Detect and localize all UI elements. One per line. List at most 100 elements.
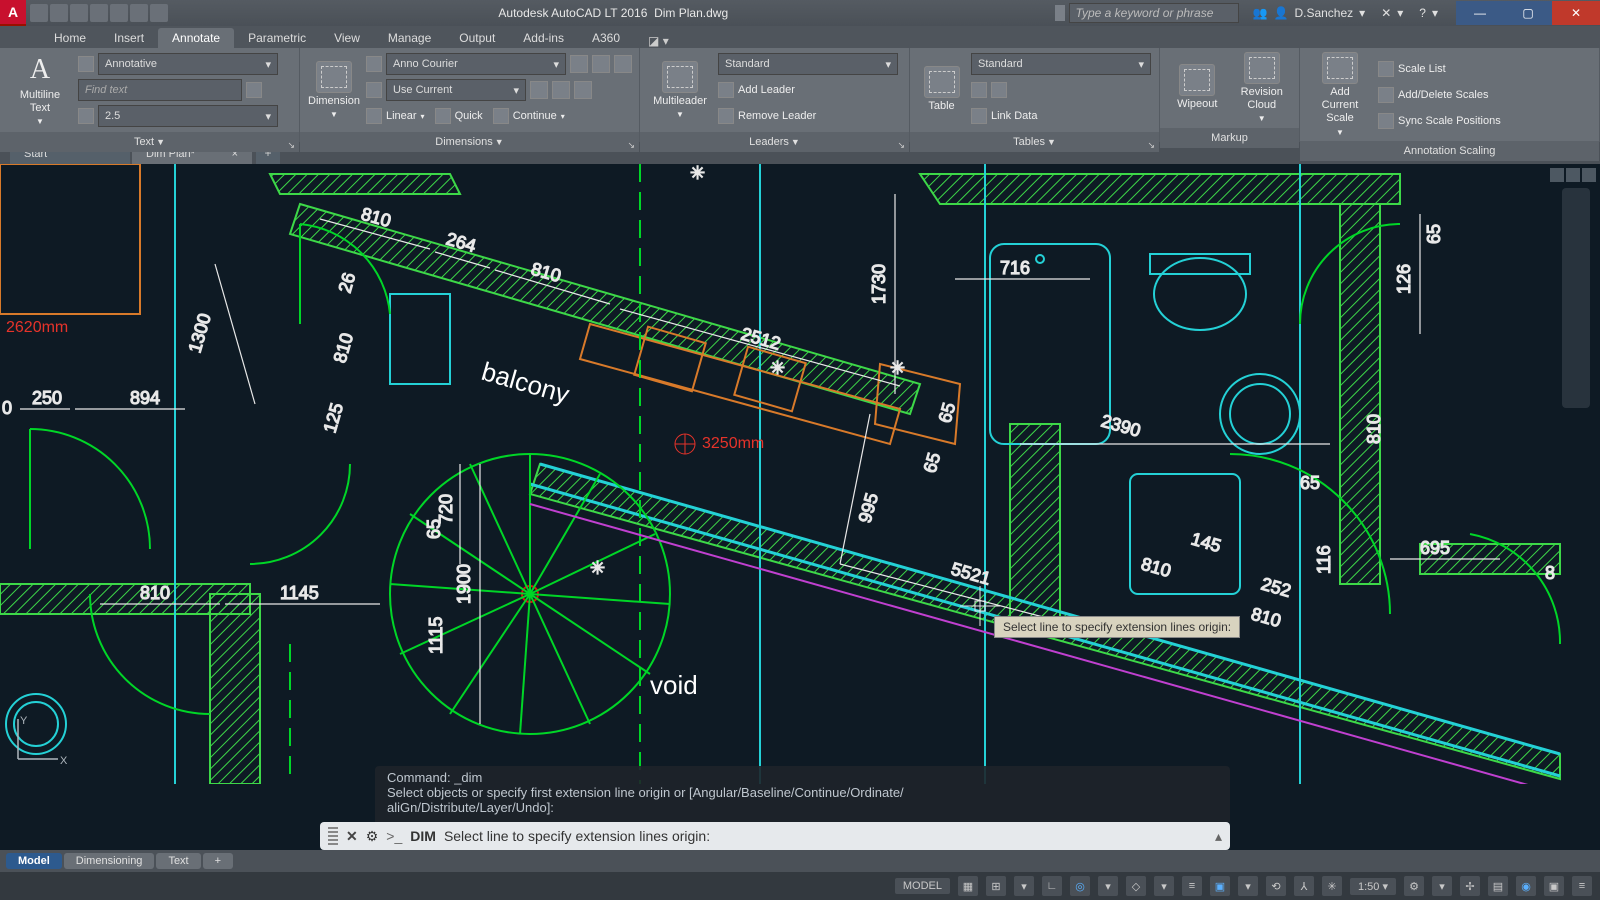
sync-scale-button[interactable]: Sync Scale Positions <box>1398 115 1501 127</box>
quick-button[interactable]: Quick <box>455 110 483 122</box>
qat-saveas-icon[interactable] <box>90 4 108 22</box>
search-icon[interactable] <box>246 82 262 98</box>
multiline-text-button[interactable]: A Multiline Text ▼ <box>8 53 72 127</box>
drawing-canvas[interactable]: 810 264 810 2512 716 1730 65 126 250 894… <box>0 164 1600 850</box>
svg-text:✳: ✳ <box>690 164 705 183</box>
grid-icon[interactable]: ▦ <box>958 876 978 896</box>
qat-open-icon[interactable] <box>50 4 68 22</box>
polar-icon[interactable]: ◎ <box>1070 876 1090 896</box>
customization-icon[interactable]: ≡ <box>1572 876 1592 896</box>
remove-leader-button[interactable]: Remove Leader <box>738 110 816 122</box>
tab-a360[interactable]: A360 <box>578 28 634 48</box>
close-icon[interactable]: ✕ <box>346 828 358 845</box>
linear-button[interactable]: Linear <box>386 110 417 122</box>
search-input[interactable]: Type a keyword or phrase <box>1069 3 1239 23</box>
dim-break-button[interactable] <box>530 81 548 99</box>
table-style-dropdown[interactable]: Standard▾ <box>971 53 1151 75</box>
tab-output[interactable]: Output <box>445 28 509 48</box>
dim-space-button[interactable] <box>552 81 570 99</box>
link-data-button[interactable]: Link Data <box>991 110 1037 122</box>
tab-manage[interactable]: Manage <box>374 28 445 48</box>
chevron-down-icon[interactable]: ▾ <box>1238 876 1258 896</box>
cycling-icon[interactable]: ⟲ <box>1266 876 1286 896</box>
dimstyle-icon <box>366 56 382 72</box>
annotation-scale-dropdown[interactable]: 1:50 ▾ <box>1350 878 1396 895</box>
leader-style-dropdown[interactable]: Standard▾ <box>718 53 898 75</box>
svg-text:695: 695 <box>1420 538 1450 558</box>
drag-handle-icon[interactable] <box>328 827 338 845</box>
anno-scale-icon[interactable]: ⅄ <box>1294 876 1314 896</box>
tab-parametric[interactable]: Parametric <box>234 28 320 48</box>
revision-cloud-button[interactable]: Revision Cloud▼ <box>1233 52 1292 124</box>
revcloud-icon <box>1244 52 1280 84</box>
dim-jog-button[interactable] <box>574 81 592 99</box>
scale-list-button[interactable]: Scale List <box>1398 63 1446 75</box>
panel-title-leaders[interactable]: Leaders▼↘ <box>640 132 909 152</box>
chevron-up-icon[interactable]: ▴ <box>1215 828 1222 845</box>
add-scale-icon <box>1322 52 1358 84</box>
lineweight-icon[interactable]: ≡ <box>1182 876 1202 896</box>
extract-data-button[interactable] <box>971 82 987 98</box>
dimension-button[interactable]: Dimension ▼ <box>308 61 360 120</box>
qat-print-icon[interactable] <box>110 4 128 22</box>
anno-visibility-icon[interactable]: ✳ <box>1322 876 1342 896</box>
minimize-button[interactable]: — <box>1456 1 1504 25</box>
account-menu[interactable]: 👥 👤 D.Sanchez ▾ <box>1245 6 1374 20</box>
layout-tab-dimensioning[interactable]: Dimensioning <box>64 853 155 869</box>
chevron-down-icon[interactable]: ▾ <box>1154 876 1174 896</box>
scale-list-icon <box>1378 61 1394 77</box>
isolate-icon[interactable]: ✢ <box>1460 876 1480 896</box>
gear-icon[interactable]: ⚙ <box>1404 876 1424 896</box>
qat-redo-icon[interactable] <box>150 4 168 22</box>
units-icon[interactable]: ◉ <box>1516 876 1536 896</box>
add-delete-scales-button[interactable]: Add/Delete Scales <box>1398 89 1489 101</box>
download-source-button[interactable] <box>991 82 1007 98</box>
ortho-icon[interactable]: ∟ <box>1042 876 1062 896</box>
continue-button[interactable]: Continue <box>513 110 557 122</box>
text-style-dropdown[interactable]: Annotative▾ <box>98 53 278 75</box>
tab-view[interactable]: View <box>320 28 374 48</box>
close-button[interactable]: ✕ <box>1552 1 1600 25</box>
dimstyle-dropdown[interactable]: Anno Courier▾ <box>386 53 566 75</box>
maximize-button[interactable]: ▢ <box>1504 1 1552 25</box>
app-logo[interactable]: A <box>0 0 26 26</box>
exchange-apps[interactable]: ✕▾ <box>1373 6 1411 20</box>
dim-override-1-button[interactable] <box>570 55 588 73</box>
add-current-scale-button[interactable]: Add Current Scale▼ <box>1308 52 1372 137</box>
qat-save-icon[interactable] <box>70 4 88 22</box>
tab-home[interactable]: Home <box>40 28 100 48</box>
qat-undo-icon[interactable] <box>130 4 148 22</box>
layout-tab-text[interactable]: Text <box>156 853 200 869</box>
dim-override-3-button[interactable] <box>614 55 632 73</box>
hardware-accel-icon[interactable]: ▤ <box>1488 876 1508 896</box>
help-menu[interactable]: ?▾ <box>1411 6 1446 20</box>
text-height-dropdown[interactable]: 2.5▾ <box>98 105 278 127</box>
layout-tab-add[interactable]: + <box>203 853 233 869</box>
snapmode-icon[interactable]: ⊞ <box>986 876 1006 896</box>
find-text-input[interactable]: Find text <box>78 79 242 101</box>
qat-new-icon[interactable] <box>30 4 48 22</box>
panel-title-dimensions[interactable]: Dimensions▼↘ <box>300 132 639 152</box>
table-button[interactable]: Table <box>918 66 965 113</box>
chevron-down-icon[interactable]: ▾ <box>1098 876 1118 896</box>
clean-screen-icon[interactable]: ▣ <box>1544 876 1564 896</box>
tab-addins[interactable]: Add-ins <box>509 28 578 48</box>
dim-override-2-button[interactable] <box>592 55 610 73</box>
use-current-dropdown[interactable]: Use Current▾ <box>386 79 526 101</box>
panel-title-text[interactable]: Text▼↘ <box>0 132 299 152</box>
layout-tab-model[interactable]: Model <box>6 853 62 869</box>
recent-commands-icon[interactable]: ⚙ <box>366 828 379 845</box>
multileader-button[interactable]: Multileader ▼ <box>648 61 712 120</box>
tab-insert[interactable]: Insert <box>100 28 158 48</box>
snap-dropdown-icon[interactable]: ▾ <box>1014 876 1034 896</box>
transparency-icon[interactable]: ▣ <box>1210 876 1230 896</box>
wipeout-button[interactable]: Wipeout <box>1168 64 1227 111</box>
add-leader-button[interactable]: Add Leader <box>738 84 795 96</box>
panel-title-tables[interactable]: Tables▼↘ <box>910 132 1159 152</box>
ribbon-minimize-button[interactable]: ◪ ▾ <box>648 34 669 48</box>
chevron-down-icon[interactable]: ▾ <box>1432 876 1452 896</box>
tab-annotate[interactable]: Annotate <box>158 28 234 48</box>
model-space-button[interactable]: MODEL <box>895 878 950 894</box>
osnap-icon[interactable]: ◇ <box>1126 876 1146 896</box>
command-line[interactable]: ✕ ⚙ >_ DIM Select line to specify extens… <box>320 822 1230 850</box>
